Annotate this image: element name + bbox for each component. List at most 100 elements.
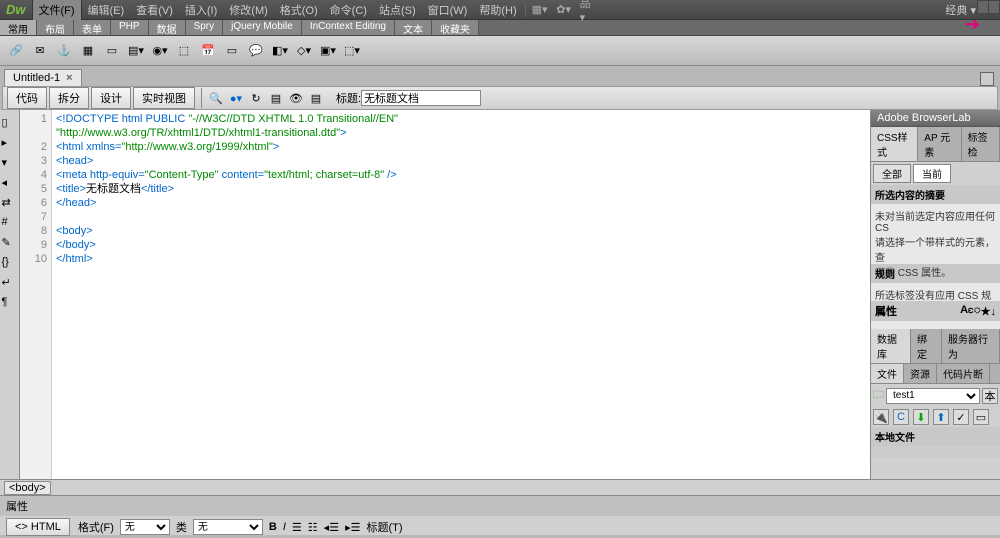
menu-insert[interactable]: 插入(I): [179, 0, 223, 20]
tab-jquery[interactable]: jQuery Mobile: [223, 20, 302, 35]
tab-layout[interactable]: 布局: [37, 20, 74, 35]
tab-files[interactable]: 文件: [871, 364, 904, 383]
sort-category-icon[interactable]: ★↓: [981, 305, 996, 318]
italic-icon[interactable]: I: [283, 521, 286, 533]
inspect-icon[interactable]: 🔍: [207, 89, 225, 107]
templates-icon[interactable]: ▣▾: [317, 41, 339, 61]
menu-window[interactable]: 窗口(W): [422, 0, 474, 20]
tab-assets[interactable]: 资源: [904, 364, 937, 383]
refresh-icon[interactable]: C: [893, 409, 909, 425]
hyperlink-icon[interactable]: 🔗: [5, 41, 27, 61]
put-icon[interactable]: ⬆: [933, 409, 949, 425]
tab-bindings[interactable]: 绑定: [911, 329, 942, 363]
ol-icon[interactable]: ☷: [308, 521, 318, 534]
expand-icon[interactable]: ▭: [973, 409, 989, 425]
extend-icon[interactable]: ✿▾: [556, 3, 572, 17]
view-live-button[interactable]: 实时视图: [133, 87, 195, 109]
class-select[interactable]: 无: [193, 519, 263, 535]
close-icon[interactable]: ×: [66, 72, 72, 84]
tab-css-styles[interactable]: CSS样式: [871, 127, 918, 161]
ul-icon[interactable]: ☰: [292, 521, 302, 534]
highlight-icon[interactable]: ✎: [2, 236, 18, 252]
menu-file[interactable]: 文件(F): [32, 0, 82, 21]
script-icon[interactable]: ◇▾: [293, 41, 315, 61]
div-icon[interactable]: ▭: [101, 41, 123, 61]
site-select[interactable]: test1: [886, 388, 980, 404]
checkout-icon[interactable]: ✓: [953, 409, 969, 425]
indent-icon[interactable]: ▸☰: [345, 521, 360, 534]
get-icon[interactable]: ⬇: [913, 409, 929, 425]
select-parent-icon[interactable]: ◂: [2, 176, 18, 192]
tab-ap-elements[interactable]: AP 元素: [918, 127, 961, 161]
insert-toolbar: 🔗 ✉ ⚓ ▦ ▭ ▤▾ ◉▾ ⬚ 📅 ▭ 💬 ◧▾ ◇▾ ▣▾ ⬚▾: [0, 36, 1000, 66]
menu-edit[interactable]: 编辑(E): [82, 0, 131, 20]
line-numbers-icon[interactable]: #: [2, 216, 18, 232]
date-icon[interactable]: 📅: [197, 41, 219, 61]
properties-panel-header[interactable]: 属性: [0, 496, 1000, 516]
html-mode-button[interactable]: <> HTML: [6, 518, 70, 536]
open-documents-icon[interactable]: ▯: [2, 116, 18, 132]
menu-modify[interactable]: 修改(M): [223, 0, 274, 20]
browserlab-panel-header[interactable]: Adobe BrowserLab: [871, 110, 1000, 127]
balance-icon[interactable]: ⇄: [2, 196, 18, 212]
tab-text[interactable]: 文本: [395, 20, 432, 35]
outdent-icon[interactable]: ◂☰: [324, 521, 339, 534]
local-files-body[interactable]: [871, 446, 1000, 458]
hidden-chars-icon[interactable]: ¶: [2, 296, 18, 312]
tab-incontext[interactable]: InContext Editing: [302, 20, 395, 35]
word-wrap-icon[interactable]: ↵: [2, 276, 18, 292]
scope-all[interactable]: 全部: [873, 164, 911, 183]
tab-tag-inspector[interactable]: 标签检: [962, 127, 1000, 161]
preview-icon[interactable]: 👁: [287, 89, 305, 107]
tag-body[interactable]: <body>: [4, 481, 51, 495]
workspace-switcher[interactable]: 经典 ▾: [945, 2, 976, 18]
expand-icon[interactable]: ▾: [2, 156, 18, 172]
tab-favorites[interactable]: 收藏夹: [432, 20, 479, 35]
comment-icon[interactable]: 💬: [245, 41, 267, 61]
tab-data[interactable]: 数据: [149, 20, 186, 35]
sort-az-icon[interactable]: Aႄ: [960, 303, 981, 319]
ssi-icon[interactable]: ▭: [221, 41, 243, 61]
bold-icon[interactable]: B: [269, 521, 277, 533]
title-input[interactable]: [361, 90, 481, 106]
tab-common[interactable]: 常用: [0, 20, 37, 35]
syntax-icon[interactable]: {}: [2, 256, 18, 272]
menu-help[interactable]: 帮助(H): [473, 0, 522, 20]
anchor-icon[interactable]: ⚓: [53, 41, 75, 61]
refresh-icon[interactable]: ↻: [247, 89, 265, 107]
view-split-button[interactable]: 拆分: [49, 87, 89, 109]
email-icon[interactable]: ✉: [29, 41, 51, 61]
format-select[interactable]: 无: [120, 519, 170, 535]
doc-maximize-button[interactable]: [980, 72, 994, 86]
document-tab[interactable]: Untitled-1 ×: [4, 69, 82, 86]
site-icon[interactable]: 品▾: [580, 3, 596, 17]
maximize-button[interactable]: [988, 0, 1000, 14]
widget-icon[interactable]: ⬚: [173, 41, 195, 61]
tab-forms[interactable]: 表单: [74, 20, 111, 35]
image-icon[interactable]: ▤▾: [125, 41, 147, 61]
view-select[interactable]: 本: [982, 388, 998, 404]
menu-view[interactable]: 查看(V): [130, 0, 179, 20]
code-editor[interactable]: <!DOCTYPE html PUBLIC "-//W3C//DTD XHTML…: [52, 110, 870, 495]
menu-format[interactable]: 格式(O): [274, 0, 324, 20]
table-icon[interactable]: ▦: [77, 41, 99, 61]
collapse-icon[interactable]: ▸: [2, 136, 18, 152]
connect-icon[interactable]: 🔌: [873, 409, 889, 425]
tab-snippets[interactable]: 代码片断: [937, 364, 990, 383]
tag-chooser-icon[interactable]: ⬚▾: [341, 41, 363, 61]
browser-icon[interactable]: ●▾: [227, 89, 245, 107]
tab-php[interactable]: PHP: [111, 20, 149, 35]
layout-icon[interactable]: ▦▾: [532, 3, 548, 17]
options-icon[interactable]: ▤: [307, 89, 325, 107]
tab-spry[interactable]: Spry: [186, 20, 224, 35]
menu-site[interactable]: 站点(S): [373, 0, 422, 20]
menu-commands[interactable]: 命令(C): [324, 0, 373, 20]
tab-database[interactable]: 数据库: [871, 329, 911, 363]
media-icon[interactable]: ◉▾: [149, 41, 171, 61]
view-code-button[interactable]: 代码: [7, 87, 47, 109]
file-mgmt-icon[interactable]: ▤: [267, 89, 285, 107]
scope-current[interactable]: 当前: [913, 164, 951, 183]
head-icon[interactable]: ◧▾: [269, 41, 291, 61]
tab-server-behaviors[interactable]: 服务器行为: [942, 329, 1000, 363]
view-design-button[interactable]: 设计: [91, 87, 131, 109]
